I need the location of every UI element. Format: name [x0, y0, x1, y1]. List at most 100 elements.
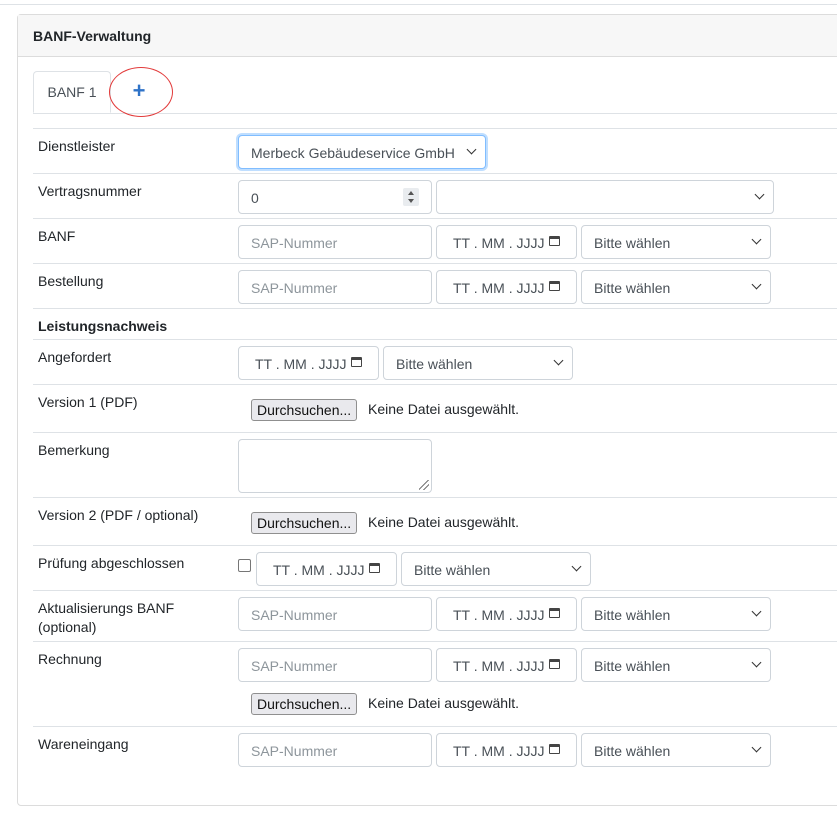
row-version-1: Version 1 (PDF) Durchsuchen... Keine Dat…	[33, 384, 837, 433]
pruefung-select[interactable]: Bitte wählen	[401, 552, 591, 586]
label-pruefung: Prüfung abgeschlossen	[38, 555, 185, 571]
chevron-down-icon	[751, 606, 762, 617]
bestellung-sap-placeholder: SAP-Nummer	[251, 280, 338, 296]
aktualisierung-sap-input[interactable]: SAP-Nummer	[238, 597, 432, 631]
row-dienstleister: Dienstleister Merbeck Gebäudeservice Gmb…	[33, 128, 837, 174]
label-vertragsnummer: Vertragsnummer	[38, 183, 142, 199]
chevron-down-icon	[751, 279, 762, 290]
bestellung-date-input[interactable]: TT . MM . JJJJ	[436, 270, 577, 304]
bestellung-date-placeholder: TT . MM . JJJJ	[453, 280, 545, 296]
banf-date-input[interactable]: TT . MM . JJJJ	[436, 225, 577, 259]
label-bemerkung: Bemerkung	[38, 442, 110, 458]
wareneingang-select[interactable]: Bitte wählen	[581, 733, 771, 767]
calendar-icon[interactable]	[351, 357, 362, 367]
angefordert-date-input[interactable]: TT . MM . JJJJ	[238, 346, 379, 380]
top-divider	[0, 4, 837, 5]
row-aktualisierung: Aktualisierungs BANF (optional) SAP-Numme…	[33, 590, 837, 642]
label-rechnung: Rechnung	[38, 651, 102, 667]
label-banf: BANF	[38, 228, 76, 244]
label-version-2: Version 2 (PDF / optional)	[38, 507, 199, 523]
row-version-2: Version 2 (PDF / optional) Durchsuchen..…	[33, 497, 837, 546]
dienstleister-select[interactable]: Merbeck Gebäudeservice GmbH	[238, 135, 486, 169]
label-wareneingang: Wareneingang	[38, 736, 129, 752]
row-vertragsnummer: Vertragsnummer 0	[33, 173, 837, 219]
row-banf: BANF SAP-Nummer TT . MM . JJJJ Bitte wäh…	[33, 218, 837, 264]
rechnung-sap-input[interactable]: SAP-Nummer	[238, 648, 432, 682]
wareneingang-sap-input[interactable]: SAP-Nummer	[238, 733, 432, 767]
bestellung-select-value: Bitte wählen	[594, 280, 671, 296]
row-leistungsnachweis: Leistungsnachweis	[33, 308, 837, 340]
calendar-icon[interactable]	[369, 563, 380, 573]
tab-banf-1[interactable]: BANF 1	[33, 71, 111, 113]
version-1-browse-button[interactable]: Durchsuchen...	[251, 399, 358, 421]
calendar-icon[interactable]	[549, 608, 560, 618]
version-2-browse-button[interactable]: Durchsuchen...	[251, 512, 358, 534]
label-aktualisierung: Aktualisierungs BANF (optional)	[38, 599, 174, 637]
pruefung-date-placeholder: TT . MM . JJJJ	[273, 562, 365, 578]
chevron-down-icon	[571, 561, 582, 572]
label-dienstleister: Dienstleister	[38, 138, 116, 154]
spinner-icon[interactable]	[403, 188, 419, 206]
label-aktualisierung-line-1: Aktualisierungs BANF	[38, 600, 175, 616]
dienstleister-select-value: Merbeck Gebäudeservice GmbH	[251, 145, 455, 161]
angefordert-date-placeholder: TT . MM . JJJJ	[255, 356, 347, 372]
pruefung-date-input[interactable]: TT . MM . JJJJ	[256, 552, 397, 586]
rechnung-select[interactable]: Bitte wählen	[581, 648, 771, 682]
bemerkung-textarea[interactable]	[238, 439, 432, 493]
aktualisierung-select[interactable]: Bitte wählen	[581, 597, 771, 631]
vertragsnummer-value: 0	[251, 190, 259, 206]
rechnung-date-placeholder: TT . MM . JJJJ	[453, 658, 545, 674]
wareneingang-sap-placeholder: SAP-Nummer	[251, 743, 338, 759]
version-1-file-status: Keine Datei ausgewählt.	[368, 401, 519, 417]
vertragsnummer-input[interactable]: 0	[238, 180, 432, 214]
pruefung-select-value: Bitte wählen	[414, 562, 491, 578]
version-2-file-status: Keine Datei ausgewählt.	[368, 514, 519, 530]
row-rechnung: Rechnung SAP-Nummer TT . MM . JJJJ Bitte…	[33, 641, 837, 727]
vertrag-select[interactable]	[436, 180, 774, 214]
wareneingang-date-input[interactable]: TT . MM . JJJJ	[436, 733, 577, 767]
wareneingang-date-placeholder: TT . MM . JJJJ	[453, 743, 545, 759]
rechnung-sap-placeholder: SAP-Nummer	[251, 658, 338, 674]
calendar-icon[interactable]	[549, 659, 560, 669]
highlight-circle	[109, 67, 173, 117]
calendar-icon[interactable]	[549, 744, 560, 754]
row-bestellung: Bestellung SAP-Nummer TT . MM . JJJJ Bit…	[33, 263, 837, 309]
section-heading-leistungsnachweis: Leistungsnachweis	[38, 318, 168, 334]
banf-date-placeholder: TT . MM . JJJJ	[453, 235, 545, 251]
angefordert-select-value: Bitte wählen	[396, 356, 473, 372]
label-angefordert: Angefordert	[38, 349, 112, 365]
aktualisierung-date-placeholder: TT . MM . JJJJ	[453, 607, 545, 623]
banf-sap-input[interactable]: SAP-Nummer	[238, 225, 432, 259]
calendar-icon[interactable]	[549, 236, 560, 246]
row-bemerkung: Bemerkung	[33, 432, 837, 498]
rechnung-browse-button[interactable]: Durchsuchen...	[251, 693, 358, 715]
pruefung-checkbox[interactable]	[238, 559, 251, 572]
angefordert-select[interactable]: Bitte wählen	[383, 346, 573, 380]
label-aktualisierung-line-2: (optional)	[38, 619, 97, 635]
resize-grip-icon[interactable]	[419, 480, 429, 490]
chevron-down-icon	[751, 657, 762, 668]
aktualisierung-sap-placeholder: SAP-Nummer	[251, 607, 338, 623]
aktualisierung-date-input[interactable]: TT . MM . JJJJ	[436, 597, 577, 631]
banf-card: BANF-Verwaltung BANF 1 + Dienstleister M…	[17, 14, 837, 806]
banf-sap-placeholder: SAP-Nummer	[251, 235, 338, 251]
row-pruefung: Prüfung abgeschlossen TT . MM . JJJJ Bit…	[33, 545, 837, 591]
wareneingang-select-value: Bitte wählen	[594, 743, 671, 759]
chevron-down-icon	[466, 144, 477, 155]
rechnung-file-status: Keine Datei ausgewählt.	[368, 695, 519, 711]
row-angefordert: Angefordert TT . MM . JJJJ Bitte wählen	[33, 339, 837, 385]
banf-select[interactable]: Bitte wählen	[581, 225, 771, 259]
chevron-down-icon	[553, 355, 564, 366]
chevron-down-icon	[751, 742, 762, 753]
rechnung-date-input[interactable]: TT . MM . JJJJ	[436, 648, 577, 682]
bestellung-select[interactable]: Bitte wählen	[581, 270, 771, 304]
chevron-down-icon	[751, 234, 762, 245]
label-version-1: Version 1 (PDF)	[38, 394, 138, 410]
row-wareneingang: Wareneingang SAP-Nummer TT . MM . JJJJ B…	[33, 726, 837, 773]
aktualisierung-select-value: Bitte wählen	[594, 607, 671, 623]
banf-select-value: Bitte wählen	[594, 235, 671, 251]
bestellung-sap-input[interactable]: SAP-Nummer	[238, 270, 432, 304]
calendar-icon[interactable]	[549, 281, 560, 291]
rechnung-select-value: Bitte wählen	[594, 658, 671, 674]
card-title: BANF-Verwaltung	[33, 28, 152, 44]
